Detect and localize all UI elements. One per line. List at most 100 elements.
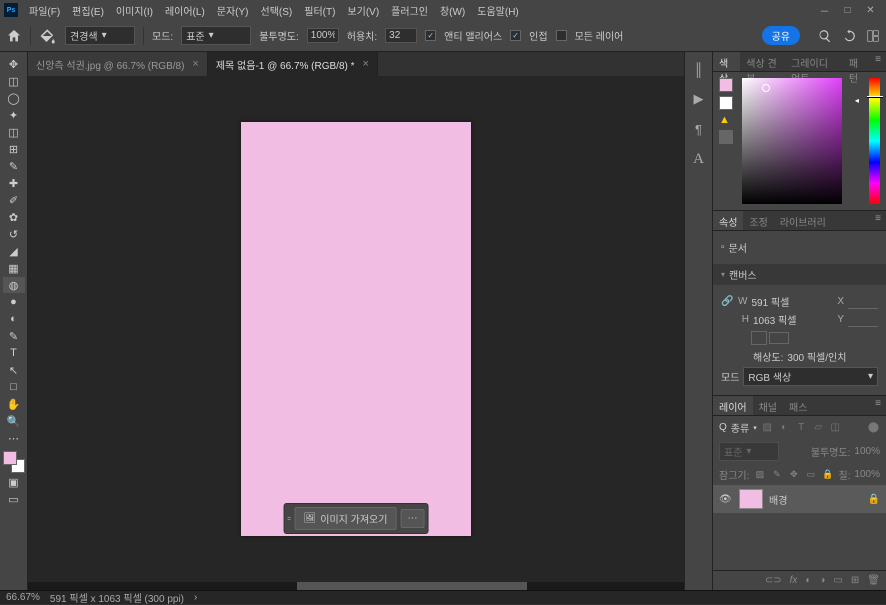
window-minimize-icon[interactable]: － bbox=[819, 5, 830, 16]
all-layers-checkbox[interactable] bbox=[556, 30, 567, 41]
filter-adjustment-icon[interactable]: ◐ bbox=[778, 421, 791, 434]
panel-menu-icon[interactable]: ≡ bbox=[870, 396, 886, 415]
window-close-icon[interactable]: ✕ bbox=[865, 5, 876, 16]
link-icon[interactable]: 🔗 bbox=[721, 296, 733, 307]
paragraph-icon[interactable]: ¶ bbox=[690, 120, 708, 138]
shape-tool[interactable]: □ bbox=[3, 379, 25, 395]
tab-libraries[interactable]: 라이브러리 bbox=[774, 211, 832, 230]
play-icon[interactable]: ▶ bbox=[690, 90, 708, 108]
panel-menu-icon[interactable]: ≡ bbox=[870, 211, 886, 230]
filter-type-icon[interactable]: T bbox=[795, 421, 808, 434]
dodge-tool[interactable]: ◐ bbox=[3, 311, 25, 327]
quickmask-tool[interactable]: ▣ bbox=[3, 474, 25, 490]
tab-color[interactable]: 색상 bbox=[713, 52, 740, 71]
menu-file[interactable]: 파일(F) bbox=[24, 1, 65, 20]
doc-info[interactable]: 591 픽셀 x 1063 픽셀 (300 ppi) bbox=[50, 590, 184, 605]
menu-edit[interactable]: 편집(E) bbox=[67, 1, 109, 20]
lasso-tool[interactable]: ◯ bbox=[3, 90, 25, 106]
eraser-tool[interactable]: ◢ bbox=[3, 243, 25, 259]
canvas[interactable] bbox=[241, 122, 471, 536]
layer-name[interactable]: 배경 bbox=[769, 492, 787, 507]
screenmode-tool[interactable]: ▭ bbox=[3, 491, 25, 507]
tab-layers[interactable]: 레이어 bbox=[713, 396, 753, 415]
glyphs-icon[interactable]: A bbox=[690, 150, 708, 168]
horizontal-scrollbar[interactable] bbox=[28, 582, 684, 590]
color-swatches[interactable] bbox=[3, 451, 25, 473]
x-input[interactable] bbox=[848, 295, 878, 309]
delete-layer-icon[interactable]: 🗑 bbox=[867, 575, 880, 586]
bg-mini-swatch[interactable] bbox=[719, 96, 733, 110]
share-button[interactable]: 공유 bbox=[762, 26, 800, 45]
tab-channels[interactable]: 채널 bbox=[753, 396, 783, 415]
tab-gradients[interactable]: 그레이디언트 bbox=[785, 52, 843, 71]
bucket-tool[interactable]: ◍ bbox=[3, 277, 25, 293]
tab-properties[interactable]: 속성 bbox=[713, 211, 743, 230]
brush-presets-icon[interactable]: ║ bbox=[690, 60, 708, 78]
lock-artboard-icon[interactable]: ▭ bbox=[804, 468, 817, 481]
adjustment-icon[interactable]: ◑ bbox=[819, 575, 825, 586]
mask-icon[interactable]: ◐ bbox=[805, 575, 811, 586]
history-brush-tool[interactable]: ↺ bbox=[3, 226, 25, 242]
hue-marker-icon[interactable]: ◂ bbox=[855, 96, 859, 105]
menu-view[interactable]: 보기(V) bbox=[342, 1, 384, 20]
blur-tool[interactable]: ● bbox=[3, 294, 25, 310]
filter-smart-icon[interactable]: ◫ bbox=[829, 421, 842, 434]
lock-transparent-icon[interactable]: ▨ bbox=[753, 468, 766, 481]
fill-source-dropdown[interactable]: 견경색▾ bbox=[65, 26, 135, 45]
height-value[interactable]: 1063 픽셀 bbox=[753, 312, 830, 327]
path-tool[interactable]: ↖ bbox=[3, 362, 25, 378]
lock-image-icon[interactable]: ✎ bbox=[770, 468, 783, 481]
marquee-tool[interactable]: ◫ bbox=[3, 73, 25, 89]
layer-locked-icon[interactable]: 🔒 bbox=[868, 494, 880, 505]
menu-image[interactable]: 이미지(I) bbox=[111, 1, 158, 20]
window-maximize-icon[interactable]: □ bbox=[842, 5, 853, 16]
history-icon[interactable] bbox=[842, 29, 856, 43]
pen-tool[interactable]: ✎ bbox=[3, 328, 25, 344]
portrait-icon[interactable] bbox=[751, 331, 767, 345]
chevron-right-icon[interactable]: › bbox=[194, 592, 197, 603]
contiguous-checkbox[interactable]: ✓ bbox=[510, 30, 521, 41]
menu-filter[interactable]: 필터(T) bbox=[299, 1, 340, 20]
lock-position-icon[interactable]: ✥ bbox=[787, 468, 800, 481]
menu-layer[interactable]: 레이어(L) bbox=[160, 1, 210, 20]
canvas-section-header[interactable]: ▾캔버스 bbox=[713, 264, 886, 285]
layer-opacity-value[interactable]: 100% bbox=[854, 446, 880, 457]
stamp-tool[interactable]: ✿ bbox=[3, 209, 25, 225]
tab-paths[interactable]: 패스 bbox=[783, 396, 813, 415]
new-layer-icon[interactable]: ⊞ bbox=[851, 575, 859, 586]
resolution-value[interactable]: 300 픽셀/인치 bbox=[787, 349, 846, 364]
filter-pixel-icon[interactable]: ▨ bbox=[761, 421, 774, 434]
tab-close-icon[interactable]: × bbox=[363, 58, 369, 70]
filter-search-icon[interactable]: Q bbox=[719, 422, 727, 433]
type-tool[interactable]: T bbox=[3, 345, 25, 361]
drag-handle-icon[interactable] bbox=[288, 510, 291, 528]
antialias-checkbox[interactable]: ✓ bbox=[425, 30, 436, 41]
zoom-level[interactable]: 66.67% bbox=[6, 592, 40, 603]
mode-dropdown[interactable]: 표준▾ bbox=[181, 26, 251, 45]
document-tab-1[interactable]: 신앙측 석권.jpg @ 66.7% (RGB/8) × bbox=[28, 52, 208, 76]
edit-toolbar[interactable]: ⋯ bbox=[3, 430, 25, 446]
move-tool[interactable]: ✥ bbox=[3, 56, 25, 72]
color-mode-dropdown[interactable]: RGB 색상▾ bbox=[743, 367, 878, 386]
hand-tool[interactable]: ✋ bbox=[3, 396, 25, 412]
magic-wand-tool[interactable]: ✦ bbox=[3, 107, 25, 123]
brush-tool[interactable]: ✐ bbox=[3, 192, 25, 208]
menu-window[interactable]: 창(W) bbox=[435, 1, 470, 20]
picker-cursor-icon[interactable] bbox=[762, 84, 770, 92]
y-input[interactable] bbox=[848, 313, 878, 327]
menu-select[interactable]: 선택(S) bbox=[256, 1, 298, 20]
menu-plugins[interactable]: 플러그인 bbox=[386, 1, 433, 20]
frame-tool[interactable]: ⊞ bbox=[3, 141, 25, 157]
link-layers-icon[interactable]: ⊂⊃ bbox=[765, 575, 782, 586]
color-field[interactable] bbox=[742, 78, 842, 204]
landscape-icon[interactable] bbox=[769, 332, 789, 344]
tab-close-icon[interactable]: × bbox=[192, 58, 198, 70]
lock-all-icon[interactable]: 🔒 bbox=[821, 468, 834, 481]
fx-icon[interactable]: fx bbox=[790, 575, 798, 586]
workspace-icon[interactable] bbox=[866, 29, 880, 43]
heal-tool[interactable]: ✚ bbox=[3, 175, 25, 191]
width-value[interactable]: 591 픽셀 bbox=[751, 294, 830, 309]
panel-menu-icon[interactable]: ≡ bbox=[870, 52, 886, 71]
tolerance-input[interactable] bbox=[385, 28, 417, 43]
eyedropper-tool[interactable]: ✎ bbox=[3, 158, 25, 174]
